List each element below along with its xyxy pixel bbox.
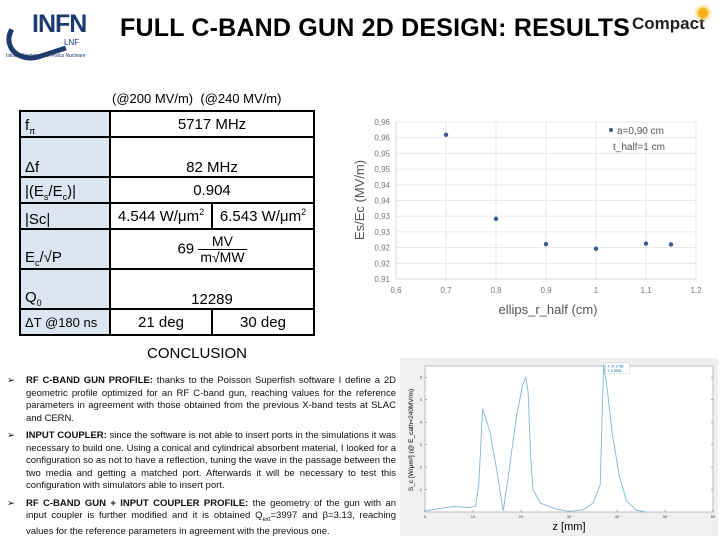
y-axis-label: S_c [W/μm²] (@ E_cath=240MV/m) [408, 389, 415, 491]
x-tick-label: 50 [663, 514, 668, 519]
y-tick-label: 0,94 [374, 181, 390, 190]
x-axis-label: z [mm] [553, 521, 586, 533]
value-delta-t-240: 30 deg [211, 308, 315, 336]
logo-text: INFN [32, 10, 87, 38]
x-tick-label: 0,8 [490, 286, 502, 295]
value-ec-sqrtp: 69 MV m√MW [109, 228, 315, 270]
conclusion-list: ➢ RF C-BAND GUN PROFILE: thanks to the P… [4, 375, 396, 544]
x-tick-label: 10 [471, 514, 476, 519]
y-tick-label: 0,96 [374, 134, 390, 143]
row-label-f-pi: fπ [19, 110, 111, 138]
sun-icon [698, 8, 708, 18]
y-tick-label: 0,92 [374, 259, 390, 268]
data-point [543, 241, 549, 247]
unit-fraction: MV m√MW [198, 232, 247, 265]
x-tick-label: 0,6 [390, 286, 402, 295]
conclusion-title: CONCLUSION [147, 345, 248, 362]
x-tick-label: 1 [594, 286, 599, 295]
value-f-pi: 5717 MHz [109, 110, 315, 138]
datatip-y: Y 6.5556 [608, 369, 622, 373]
compact-logo: Compact [632, 14, 705, 33]
value-delta-t-200: 21 deg [109, 308, 213, 336]
table-row: |(Es/Ec)| 0.904 [19, 176, 315, 204]
datatip-x: X 37.1758 [608, 364, 624, 368]
table-row: fπ 5717 MHz [19, 110, 315, 138]
conclusion-point: ➢ INPUT COUPLER: since the software is n… [4, 430, 396, 493]
table-row: ΔT @180 ns 21 deg 30 deg [19, 308, 315, 336]
arrow-bullet-icon: ➢ [7, 430, 15, 441]
value-es-ec: 0.904 [109, 176, 315, 204]
datatip: X 37.1758 Y 6.5556 [605, 362, 630, 375]
conclusion-point: ➢ RF C-BAND GUN + INPUT COUPLER PROFILE:… [7, 497, 396, 538]
point-heading: RF C-BAND GUN + INPUT COUPLER PROFILE: [26, 497, 249, 509]
slide-title: FULL C-BAND GUN 2D DESIGN: RESULTS [120, 14, 631, 42]
row-label-ec-sqrtp: Ec/√P [19, 228, 111, 270]
row-label-delta-f: Δf [19, 136, 111, 178]
value-q0: 12289 [109, 268, 315, 310]
point-heading: RF C-BAND GUN PROFILE: [26, 375, 153, 386]
table-row: Q0 12289 [19, 268, 315, 310]
table-column-headers: (@200 MV/m) (@240 MV/m) [112, 91, 282, 106]
row-label-sc: |Sc| [19, 202, 111, 230]
arrow-bullet-icon: ➢ [7, 375, 15, 386]
x-tick-label: 0,7 [440, 286, 452, 295]
logo-caption: Istituto Nazionale di Fisica Nucleare [6, 53, 86, 59]
y-tick-label: 0,91 [374, 275, 390, 284]
x-tick-label: 1,2 [690, 286, 702, 295]
row-label-q0: Q0 [19, 268, 111, 310]
table-row: Ec/√P 69 MV m√MW [19, 228, 315, 270]
point-heading: INPUT COUPLER: [26, 430, 107, 441]
y-tick-label: 0,95 [374, 149, 390, 158]
x-tick-label: 0,9 [540, 286, 552, 295]
y-tick-label: 0,94 [374, 197, 390, 206]
x-tick-label: 20 [519, 514, 524, 519]
value-delta-f: 82 MHz [109, 136, 315, 178]
value-sc-240: 6.543 W/μm2 [211, 202, 315, 230]
legend-entry: t_half=1 cm [613, 142, 665, 153]
y-axis-label: Es/Ec (MV/m) [352, 160, 367, 240]
data-point [593, 246, 599, 251]
table-row: |Sc| 4.544 W/μm2 6.543 W/μm2 [19, 202, 315, 230]
legend: a=0,90 cm t_half=1 cm [609, 126, 665, 153]
data-point [443, 132, 449, 138]
conclusion-point: ➢ RF C-BAND GUN PROFILE: thanks to the P… [4, 375, 396, 425]
y-tick-label: 0,93 [374, 212, 390, 221]
x-tick-label: 40 [615, 514, 620, 519]
x-tick-label: 1,1 [640, 286, 652, 295]
logo-sub: LNF [64, 38, 80, 47]
plot-area [424, 365, 714, 513]
es-ec-scatter-chart: 0,910,920,920,930,930,940,940,950,950,96… [352, 118, 702, 317]
value-sc-200: 4.544 W/μm2 [109, 202, 213, 230]
x-tick-label: 30 [567, 514, 572, 519]
x-axis-label: ellips_r_half (cm) [499, 302, 598, 317]
y-tick-label: 0,93 [374, 228, 390, 237]
x-tick-label: 60 [711, 514, 716, 519]
y-tick-label: 0,96 [374, 118, 390, 127]
data-point [668, 242, 674, 247]
legend-entry: a=0,90 cm [617, 126, 664, 137]
table-row: Δf 82 MHz [19, 136, 315, 178]
data-point [643, 241, 649, 246]
sc-vs-z-line-chart: 0 10 20 30 40 50 60123456 X 37.1758 Y 6.5556 z… [400, 358, 718, 536]
row-label-es-ec: |(Es/Ec)| [19, 176, 111, 204]
row-label-delta-t: ΔT @180 ns [19, 308, 111, 336]
parameters-table: fπ 5717 MHz Δf 82 MHz |(Es/Ec)| 0.904 |S… [19, 110, 315, 336]
y-tick-label: 0,95 [374, 165, 390, 174]
data-point [493, 216, 499, 221]
infn-logo: INFN LNF Istituto Nazionale di Fisica Nu… [0, 6, 92, 68]
legend-marker [609, 128, 613, 132]
arrow-bullet-icon: ➢ [7, 497, 15, 509]
y-tick-label: 0,92 [374, 244, 390, 253]
